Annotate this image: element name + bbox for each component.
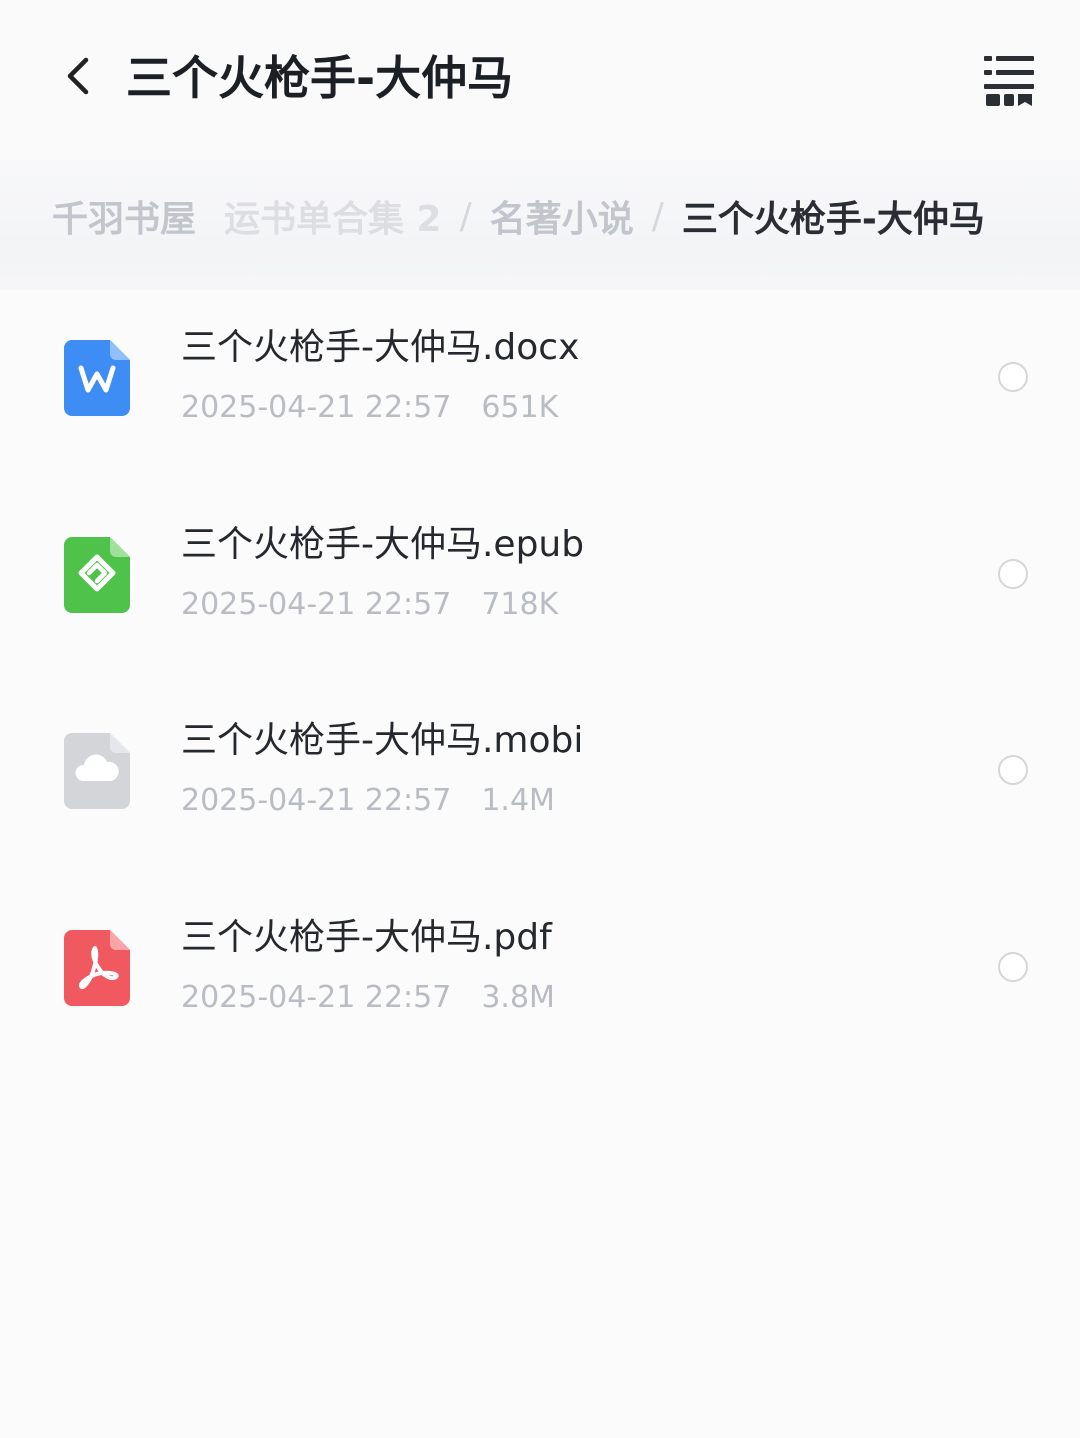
breadcrumb-item-root[interactable]: 千羽书屋 [52,190,196,242]
epub-document-icon [64,537,130,613]
file-date: 2025-04-21 22:57 [181,587,452,622]
file-name: 三个火枪手-大仲马.pdf [181,917,552,958]
breadcrumb-item-current: 三个火枪手-大仲马 [681,199,985,240]
select-radio[interactable] [998,362,1028,392]
breadcrumb-item-category[interactable]: 名著小说 [490,190,634,242]
file-name: 三个火枪手-大仲马.mobi [181,720,584,761]
select-radio[interactable] [998,755,1028,785]
file-name: 三个火枪手-大仲马.docx [181,327,580,368]
mobi-cloud-document-icon [64,733,130,809]
breadcrumb-separator: / [651,195,664,237]
page-title: 三个火枪手-大仲马 [126,51,514,105]
file-browser-page: 三个火枪手-大仲马 千羽书屋 运书单合集 2 / 名著小说 / 三个火枪手-大仲… [0,0,1080,1438]
header-bar: 三个火枪手-大仲马 [0,0,1080,160]
file-date: 2025-04-21 22:57 [181,390,452,425]
word-document-icon [64,340,130,416]
breadcrumb: 千羽书屋 运书单合集 2 / 名著小说 / 三个火枪手-大仲马 [0,160,1080,290]
file-meta: 2025-04-21 22:57 1.4M [181,779,555,823]
file-row-mobi[interactable]: 三个火枪手-大仲马.mobi 2025-04-21 22:57 1.4M [0,693,1080,873]
file-size: 651K [481,390,559,425]
file-row-docx[interactable]: 三个火枪手-大仲马.docx 2025-04-21 22:57 651K [0,300,1080,480]
select-radio[interactable] [998,952,1028,982]
breadcrumb-item-collection[interactable]: 运书单合集 2 [224,190,442,242]
file-size: 1.4M [481,783,555,818]
file-row-pdf[interactable]: 三个火枪手-大仲马.pdf 2025-04-21 22:57 3.8M [0,890,1080,1070]
file-name: 三个火枪手-大仲马.epub [181,524,585,565]
select-radio[interactable] [998,559,1028,589]
file-size: 3.8M [481,980,555,1015]
file-date: 2025-04-21 22:57 [181,783,452,818]
file-meta: 2025-04-21 22:57 718K [181,583,558,627]
file-date: 2025-04-21 22:57 [181,980,452,1015]
file-row-epub[interactable]: 三个火枪手-大仲马.epub 2025-04-21 22:57 718K [0,497,1080,677]
pdf-document-icon [64,930,130,1006]
file-meta: 2025-04-21 22:57 3.8M [181,976,555,1020]
file-size: 718K [481,587,559,622]
file-meta: 2025-04-21 22:57 651K [181,386,558,430]
chevron-left-icon [67,57,89,95]
list-menu-button[interactable] [982,52,1038,110]
list-menu-icon [984,56,1034,106]
back-button[interactable] [56,50,104,102]
breadcrumb-separator: / [459,195,472,237]
